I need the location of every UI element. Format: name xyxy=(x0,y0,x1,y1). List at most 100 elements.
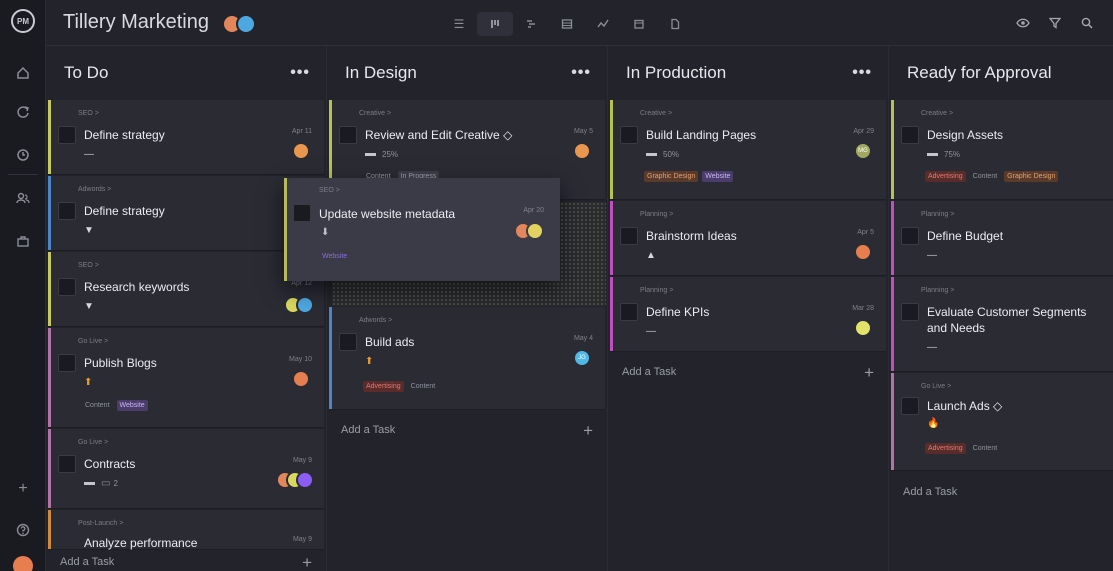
tag[interactable]: Website xyxy=(319,251,350,262)
assignee-avatar[interactable]: JG xyxy=(573,349,591,367)
task-crumb[interactable]: Go Live > xyxy=(78,439,108,446)
task-card[interactable]: Post-Launch > Analyze performance May 9 xyxy=(48,510,324,550)
task-crumb[interactable]: SEO > xyxy=(78,110,99,117)
project-members[interactable] xyxy=(222,14,258,34)
users-icon[interactable] xyxy=(11,186,35,210)
tag[interactable]: Advertising xyxy=(925,171,966,182)
task-title[interactable]: Define strategy xyxy=(84,203,165,219)
task-card[interactable]: Go Live > Launch Ads ◇ 🔥 Advertising Con… xyxy=(891,373,1113,471)
tag[interactable]: Advertising xyxy=(925,443,966,454)
task-crumb[interactable]: SEO > xyxy=(319,187,340,194)
task-title[interactable]: Design Assets xyxy=(927,127,1003,143)
tag[interactable]: Content xyxy=(408,381,439,392)
task-checkbox[interactable] xyxy=(293,204,311,222)
tag[interactable]: Content xyxy=(970,443,1001,454)
assignee-avatar[interactable] xyxy=(296,296,314,314)
tag[interactable]: Graphic Design xyxy=(1004,171,1059,182)
task-card[interactable]: Go Live > Contracts May 9 ▭ 2 xyxy=(48,429,324,509)
files-view-icon[interactable] xyxy=(657,12,693,36)
task-crumb[interactable]: Go Live > xyxy=(78,338,108,345)
task-crumb[interactable]: Planning > xyxy=(640,287,673,294)
task-checkbox[interactable] xyxy=(901,397,919,415)
task-card[interactable]: Creative > Build Landing Pages Apr 29 MG… xyxy=(610,100,886,200)
task-card[interactable]: Planning > Evaluate Customer Segments an… xyxy=(891,277,1113,372)
comment-count[interactable]: ▭ 2 xyxy=(84,478,118,489)
assignee-avatar[interactable] xyxy=(292,370,310,388)
task-title[interactable]: Evaluate Customer Segments and Needs xyxy=(927,304,1107,336)
task-checkbox[interactable] xyxy=(58,278,76,296)
task-title[interactable]: Analyze performance xyxy=(84,535,197,551)
task-card[interactable]: Adwords > Build ads May 4 JG ⬆ Advertisi… xyxy=(329,307,605,410)
task-crumb[interactable]: Planning > xyxy=(921,287,954,294)
task-checkbox[interactable] xyxy=(901,303,919,321)
task-title[interactable]: Brainstorm Ideas xyxy=(646,228,737,244)
pm-logo[interactable]: PM xyxy=(11,9,35,33)
user-avatar[interactable] xyxy=(13,556,33,571)
task-checkbox[interactable] xyxy=(620,126,638,144)
assignee-avatar[interactable] xyxy=(854,243,872,261)
plus-icon[interactable]: + xyxy=(11,477,35,501)
tag[interactable]: Advertising xyxy=(363,381,404,392)
task-title[interactable]: Build ads xyxy=(365,334,414,350)
task-title[interactable]: Build Landing Pages xyxy=(646,127,756,143)
task-title[interactable]: Update website metadata xyxy=(319,206,455,222)
list-view-icon[interactable]: ☰ xyxy=(441,12,477,36)
task-title[interactable]: Launch Ads ◇ xyxy=(927,398,1002,414)
column-menu-button[interactable]: ••• xyxy=(571,64,591,82)
assignee-avatar[interactable] xyxy=(296,471,314,489)
task-title[interactable]: Research keywords xyxy=(84,279,189,295)
gantt-view-icon[interactable] xyxy=(513,12,549,36)
assignee-avatar[interactable] xyxy=(854,319,872,337)
task-crumb[interactable]: Post-Launch > xyxy=(78,520,123,527)
assignee-avatar[interactable] xyxy=(526,222,544,240)
task-checkbox[interactable] xyxy=(339,126,357,144)
task-title[interactable]: Define strategy xyxy=(84,127,165,143)
tag[interactable]: Website xyxy=(702,171,734,182)
clock-icon[interactable] xyxy=(11,143,35,167)
task-checkbox[interactable] xyxy=(620,227,638,245)
task-crumb[interactable]: Go Live > xyxy=(921,383,951,390)
task-card[interactable]: SEO > Define strategy Apr 11 — xyxy=(48,100,324,175)
task-card[interactable]: Planning > Define KPIs Mar 28 — xyxy=(610,277,886,352)
calendar-view-icon[interactable] xyxy=(621,12,657,36)
task-card[interactable]: SEO > Research keywords Apr 12 ▼ xyxy=(48,252,324,327)
task-crumb[interactable]: Planning > xyxy=(921,211,954,218)
task-checkbox[interactable] xyxy=(58,126,76,144)
board-view-icon[interactable] xyxy=(477,12,513,36)
tag[interactable]: Content xyxy=(970,171,1001,182)
task-checkbox[interactable] xyxy=(620,303,638,321)
task-crumb[interactable]: Planning > xyxy=(640,211,673,218)
add-task-button[interactable]: Add a Task + xyxy=(608,363,888,382)
briefcase-icon[interactable] xyxy=(11,229,35,253)
task-title[interactable]: Publish Blogs xyxy=(84,355,157,371)
add-task-button[interactable]: Add a Task xyxy=(889,486,1113,498)
add-task-button[interactable]: Add a Task + xyxy=(327,421,607,440)
task-checkbox[interactable] xyxy=(58,202,76,220)
task-card[interactable]: Planning > Brainstorm Ideas Apr 5 ▲ xyxy=(610,201,886,276)
task-checkbox[interactable] xyxy=(339,333,357,351)
task-card[interactable]: Adwords > Define strategy ▼ xyxy=(48,176,324,251)
task-checkbox[interactable] xyxy=(58,455,76,473)
task-title[interactable]: Review and Edit Creative ◇ xyxy=(365,127,512,143)
search-icon[interactable] xyxy=(1071,13,1103,33)
task-crumb[interactable]: Adwords > xyxy=(359,317,392,324)
assignee-avatar[interactable]: MG xyxy=(854,142,872,160)
task-title[interactable]: Contracts xyxy=(84,456,135,472)
dragging-task-card[interactable]: SEO > Update website metadata Apr 20 ⬇ W… xyxy=(284,178,560,281)
tag[interactable]: Content xyxy=(82,400,113,411)
plus-icon[interactable]: + xyxy=(302,553,312,571)
assignee-avatar[interactable] xyxy=(573,142,591,160)
task-card[interactable]: Planning > Define Budget — xyxy=(891,201,1113,276)
task-title[interactable]: Define Budget xyxy=(927,228,1003,244)
plus-icon[interactable]: + xyxy=(864,363,874,383)
refresh-icon[interactable] xyxy=(11,100,35,124)
task-checkbox[interactable] xyxy=(901,126,919,144)
assignee-avatar[interactable] xyxy=(292,142,310,160)
add-task-button[interactable]: Add a Task + xyxy=(46,553,326,571)
eye-icon[interactable] xyxy=(1007,13,1039,33)
tag[interactable]: Website xyxy=(116,400,148,411)
task-crumb[interactable]: Adwords > xyxy=(78,186,111,193)
task-card[interactable]: Creative > Design Assets 75% Advertising… xyxy=(891,100,1113,200)
column-menu-button[interactable]: ••• xyxy=(852,64,872,82)
task-card[interactable]: Go Live > Publish Blogs May 10 ⬆ Content… xyxy=(48,328,324,428)
